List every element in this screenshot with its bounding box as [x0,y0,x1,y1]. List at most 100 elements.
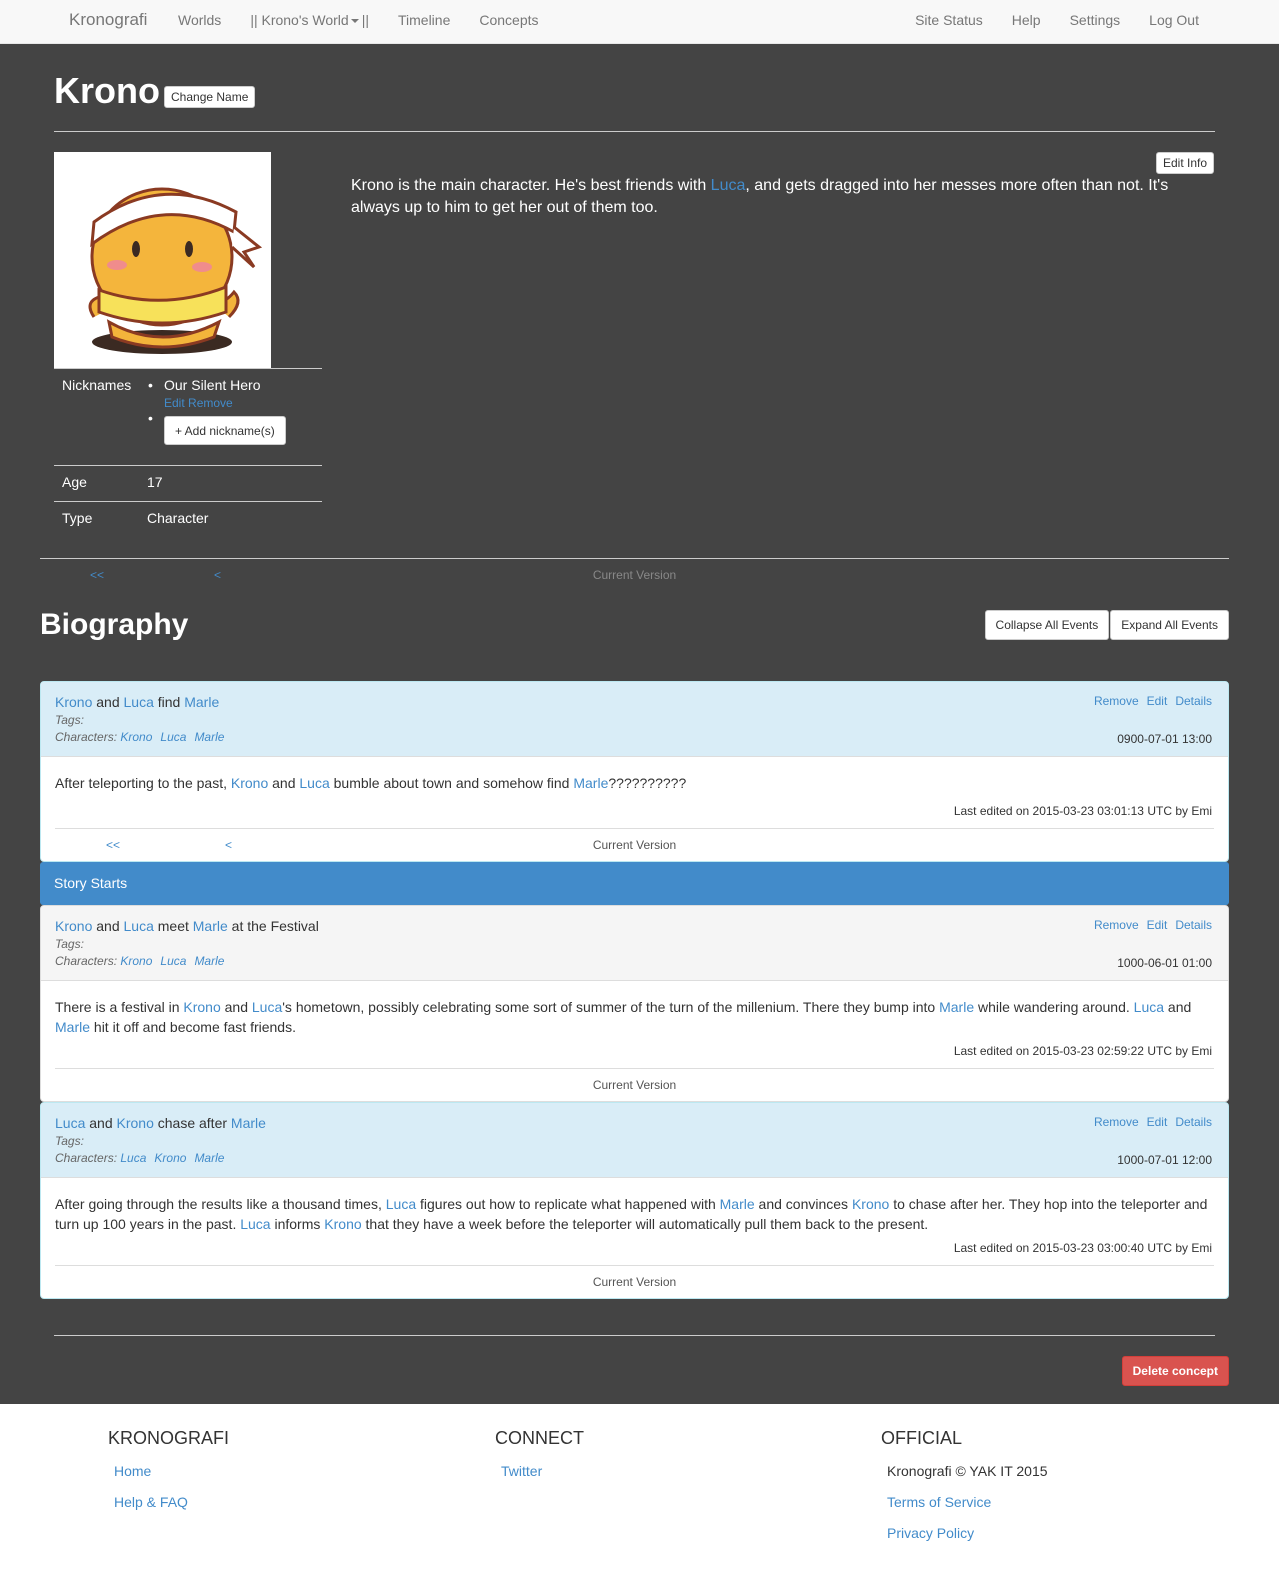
event-body-link[interactable]: Marle [573,775,608,791]
footer-help-link[interactable]: Help & FAQ [114,1494,229,1525]
event-title: Krono and Luca meet Marle at the Festiva… [55,918,1214,934]
footer-privacy-link[interactable]: Privacy Policy [887,1525,1048,1556]
event-title-link[interactable]: Krono [55,918,92,934]
nav-site-status[interactable]: Site Status [915,12,983,28]
event-title-link[interactable]: Luca [55,1115,85,1131]
event-body-link[interactable]: Luca [386,1196,416,1212]
event-edit-link[interactable]: Edit [1147,694,1168,708]
edit-info-button[interactable]: Edit Info [1155,152,1214,174]
nickname-remove-link[interactable]: Remove [188,396,233,410]
event-remove-link[interactable]: Remove [1094,918,1139,932]
delete-concept-button[interactable]: Delete concept [1121,1356,1229,1386]
character-link[interactable]: Krono [120,730,152,744]
footer-home-link[interactable]: Home [114,1463,229,1494]
event-body-text: After going through the results like a t… [55,1196,386,1212]
description-link-luca[interactable]: Luca [711,177,746,194]
event-tags: Tags: [55,1133,1214,1150]
nav-world-dropdown[interactable]: || Krono's World || [250,12,369,28]
event-body-text: and [268,775,300,791]
nickname-list: Our Silent Hero Edit Remove + Add nickna… [147,377,314,445]
event-title-link[interactable]: Krono [117,1115,154,1131]
caret-down-icon [350,19,359,24]
nav-log-out[interactable]: Log Out [1149,12,1199,28]
event-body-link[interactable]: Marle [55,1019,90,1035]
event-body-link[interactable]: Luca [299,775,329,791]
event-title-link[interactable]: Marle [193,918,228,934]
character-link[interactable]: Marle [194,954,224,968]
character-link[interactable]: Luca [120,1151,146,1165]
event-body: There is a festival in Krono and Luca's … [41,981,1228,1037]
event-last-edited: Last edited on 2015-03-23 03:00:40 UTC b… [953,1241,1212,1255]
nickname-edit-link[interactable]: Edit [164,396,185,410]
character-link[interactable]: Luca [160,730,186,744]
divider [54,131,1215,132]
event-body-link[interactable]: Marle [720,1196,755,1212]
character-link[interactable]: Marle [194,1151,224,1165]
nav-settings[interactable]: Settings [1070,12,1121,28]
concept-version-nav: << < Current Version [40,560,1229,590]
event-body-text: There is a festival in [55,999,184,1015]
age-row: Age 17 [54,465,322,501]
event-version-nav: << < Current Version [55,828,1214,861]
event-version-nav: Current Version [55,1265,1214,1298]
event-body-link[interactable]: Krono [324,1216,361,1232]
event-title-text: and [92,918,124,934]
event-details-link[interactable]: Details [1175,694,1212,708]
event-body-text: bumble about town and somehow find [329,775,574,791]
event-date: 1000-06-01 01:00 [1117,956,1212,970]
expand-all-button[interactable]: Expand All Events [1110,610,1229,640]
nav-timeline[interactable]: Timeline [398,12,450,28]
event-body-text: and [220,999,252,1015]
characters-label: Characters: [55,730,118,744]
event-title-link[interactable]: Marle [184,694,219,710]
event-tags: Tags: [55,936,1214,953]
event-body-link[interactable]: Luca [252,999,282,1015]
page-title: Krono [54,70,160,111]
event-title-link[interactable]: Marle [231,1115,266,1131]
event-body-text: After teleporting to the past, [55,775,231,791]
change-name-button[interactable]: Change Name [164,86,256,108]
event-title: Luca and Krono chase after Marle [55,1115,1214,1131]
character-link[interactable]: Luca [160,954,186,968]
type-value: Character [147,510,209,526]
character-link[interactable]: Marle [194,730,224,744]
footer-twitter-link[interactable]: Twitter [501,1463,584,1494]
event-body-link[interactable]: Krono [852,1196,889,1212]
event-version-nav: Current Version [55,1068,1214,1101]
event-body-link[interactable]: Krono [183,999,220,1015]
footer-terms-link[interactable]: Terms of Service [887,1494,1048,1525]
event-body-link[interactable]: Luca [240,1216,270,1232]
event-details-link[interactable]: Details [1175,918,1212,932]
collapse-all-button[interactable]: Collapse All Events [984,610,1110,640]
event-body-text: that they have a week before the telepor… [361,1216,929,1232]
character-link[interactable]: Krono [154,1151,186,1165]
characters-label: Characters: [55,1151,118,1165]
nav-worlds[interactable]: Worlds [178,12,221,28]
event-body-link[interactable]: Luca [1134,999,1164,1015]
event-list: Krono and Luca find Marle Tags: Characte… [40,681,1229,1299]
type-label: Type [62,510,93,526]
event-last-edited: Last edited on 2015-03-23 02:59:22 UTC b… [953,1044,1212,1058]
biography-heading: Biography [40,608,189,641]
age-label: Age [62,474,87,490]
add-nickname-button[interactable]: + Add nickname(s) [164,416,286,445]
event-characters: Characters: Krono Luca Marle [55,953,1214,970]
event-header: Luca and Krono chase after Marle Tags: C… [41,1103,1228,1178]
brand-link[interactable]: Kronografi [69,10,147,30]
event-edit-link[interactable]: Edit [1147,918,1168,932]
nav-concepts[interactable]: Concepts [479,12,538,28]
event-body-link[interactable]: Krono [231,775,268,791]
event-details-link[interactable]: Details [1175,1115,1212,1129]
event-body-link[interactable]: Marle [939,999,974,1015]
event-title-link[interactable]: Luca [124,918,154,934]
event-title-link[interactable]: Krono [55,694,92,710]
version-current-label: Current Version [592,568,677,582]
event-edit-link[interactable]: Edit [1147,1115,1168,1129]
character-link[interactable]: Krono [120,954,152,968]
event-title-link[interactable]: Luca [124,694,154,710]
event-title-text: and [85,1115,117,1131]
event-remove-link[interactable]: Remove [1094,694,1139,708]
characters-label: Characters: [55,954,118,968]
nav-help[interactable]: Help [1012,12,1041,28]
event-remove-link[interactable]: Remove [1094,1115,1139,1129]
